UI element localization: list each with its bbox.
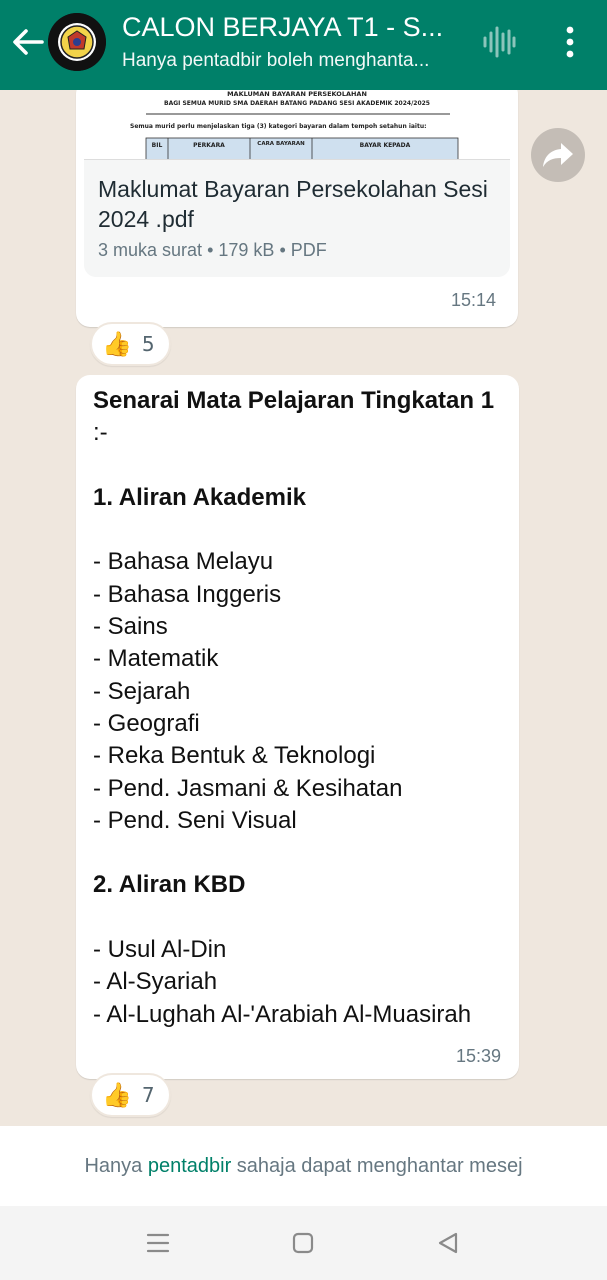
group-title[interactable]: CALON BERJAYA T1 - S... [122,12,467,43]
section-title-kbd: 2. Aliran KBD [93,871,246,899]
preview-instruction: Semua murid perlu menjelaskan tiga (3) k… [130,123,427,130]
reaction-count: 5 [141,332,155,356]
meta-separator: • [279,240,291,260]
thumbs-up-icon: 👍 [102,1081,132,1109]
document-pages: 3 muka surat [98,240,203,260]
preview-heading-1: MAKLUMAN BAYARAN PERSEKOLAHAN [227,90,367,98]
menu-lines-icon [146,1233,170,1253]
arrow-left-icon [13,29,44,55]
subject-item: - Al-Lughah Al-'Arabiah Al-Muasirah [93,1000,472,1028]
reaction-chip[interactable]: 👍 5 [90,322,171,366]
subject-item: - Sejarah [93,677,191,705]
back-button[interactable] [8,22,48,62]
subject-item: - Sains [93,613,168,641]
back-nav-button[interactable] [431,1226,465,1260]
chat-area[interactable]: MAKLUMAN BAYARAN PERSEKOLAHAN BAGI SEMUA… [0,90,607,1126]
subject-item: - Geografi [93,709,200,737]
meta-separator: • [207,240,219,260]
preview-col-bil: BIL [152,142,163,149]
message-time: 15:39 [456,1046,502,1066]
chat-header: CALON BERJAYA T1 - S... Hanya pentadbir … [0,0,607,90]
text-message[interactable]: Senarai Mata Pelajaran Tingkatan 1 :- 1.… [76,375,519,1079]
document-file-name: Maklumat Bayaran Persekolahan Sesi 2024 … [98,176,488,232]
menu-button[interactable] [556,22,584,62]
message-heading: Senarai Mata Pelajaran Tingkatan 1 [93,387,495,414]
document-size: 179 kB [218,240,275,260]
subject-item: - Bahasa Melayu [93,548,274,576]
home-button[interactable] [286,1226,320,1260]
subject-item: - Matematik [93,645,219,673]
section-title-akademik: 1. Aliran Akademik [93,483,306,511]
message-time: 15:14 [451,290,497,310]
more-vertical-icon [566,26,574,58]
subject-item: - Reka Bentuk & Teknologi [93,742,376,770]
document-preview[interactable]: MAKLUMAN BAYARAN PERSEKOLAHAN BAGI SEMUA… [84,90,510,160]
subject-item: - Al-Syariah [93,968,218,996]
message-body: Senarai Mata Pelajaran Tingkatan 1 :- 1.… [93,385,513,1031]
group-subtitle[interactable]: Hanya pentadbir boleh menghanta... [122,50,467,72]
subject-item: - Pend. Seni Visual [93,806,297,834]
notice-part2: sahaja dapat menghantar mesej [231,1155,523,1177]
admin-only-notice: Hanya pentadbir sahaja dapat menghantar … [0,1126,607,1206]
reaction-chip[interactable]: 👍 7 [90,1073,171,1117]
document-message[interactable]: MAKLUMAN BAYARAN PERSEKOLAHAN BAGI SEMUA… [76,90,518,327]
triangle-back-icon [438,1232,458,1254]
admin-link[interactable]: pentadbir [148,1155,231,1177]
square-home-icon [292,1232,314,1254]
recent-apps-button[interactable] [141,1226,175,1260]
document-thumbnail: MAKLUMAN BAYARAN PERSEKOLAHAN BAGI SEMUA… [84,90,510,159]
voice-chat-button[interactable] [482,26,516,58]
subject-item: - Usul Al-Din [93,936,227,964]
preview-col-bayar: BAYAR KEPADA [360,142,411,149]
school-crest-icon [48,13,106,71]
forward-arrow-icon [543,143,573,167]
group-avatar[interactable] [48,13,106,71]
waveform-icon [483,26,516,58]
thumbs-up-icon: 👍 [102,330,132,358]
subject-item: - Bahasa Inggeris [93,580,282,608]
preview-col-cara: CARA BAYARAN [257,141,305,147]
preview-heading-2: BAGI SEMUA MURID SMA DAERAH BATANG PADAN… [164,100,430,107]
system-nav-bar [0,1206,607,1280]
reaction-count: 7 [141,1083,155,1107]
subject-item: - Pend. Jasmani & Kesihatan [93,774,403,802]
document-meta: 3 muka surat • 179 kB • PDF [98,240,327,261]
document-info[interactable]: Maklumat Bayaran Persekolahan Sesi 2024 … [84,160,510,277]
preview-col-perkara: PERKARA [193,142,225,149]
forward-button[interactable] [531,128,585,182]
document-type: PDF [290,240,327,260]
notice-part1: Hanya [84,1155,148,1177]
